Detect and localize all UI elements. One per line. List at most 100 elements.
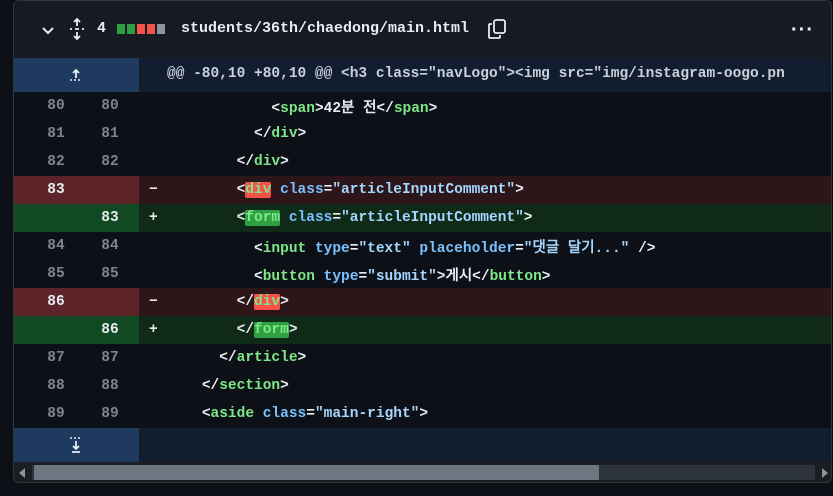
unfold-icon[interactable] [68,18,86,40]
code-token: span [280,100,315,117]
code-line: <form class="articleInputComment"> [167,210,533,226]
code-token: div [271,126,298,142]
expand-up-icon [70,68,82,81]
code-token: </ [254,126,272,142]
hunk-header: @@ -80,10 +80,10 @@ <h3 class="navLogo">… [14,58,831,92]
code-token: class [262,406,307,422]
expand-up-button[interactable] [14,58,139,92]
old-line-number[interactable]: 83 [26,182,86,198]
code-token: /> [629,240,656,257]
diff-sign: − [149,294,158,310]
diff-stat [117,24,165,34]
scroll-thumb[interactable] [34,465,599,480]
code-token: < [254,268,263,285]
scroll-left-icon[interactable] [19,468,25,478]
code-token: "submit" [367,268,437,285]
code-token: >42분 전</ [314,100,394,117]
code-token: aside [210,406,255,422]
new-line-number[interactable]: 80 [80,98,140,114]
code-line: </div> [167,154,289,170]
new-line-number[interactable]: 87 [80,350,140,366]
kebab-icon[interactable]: ··· [791,19,814,42]
code-token: > [280,294,289,310]
code-token: div [254,294,281,310]
code-token: > [297,350,307,366]
new-line-number[interactable]: 89 [80,406,140,422]
old-line-number[interactable]: 85 [26,266,86,282]
code-token: </ [201,378,220,394]
code-token: button [262,268,315,285]
old-line-number[interactable]: 81 [26,126,86,142]
new-line-number[interactable]: 85 [80,266,140,282]
code-line: </form> [167,322,298,338]
file-path[interactable]: students/36th/chaedong/main.html [181,20,469,37]
code-token: > [297,126,307,142]
new-line-number[interactable]: 84 [80,238,140,254]
diff-line-add: 83 + <form class="articleInputComment"> [14,204,831,232]
scroll-right-icon[interactable] [822,468,828,478]
code-line: <span>42분 전</span> [167,96,437,117]
code-token: type [314,240,350,257]
code-token: button [489,268,542,285]
diff-stat-square [157,24,165,34]
code-token: "main-right" [314,406,420,422]
code-token: span [393,100,429,117]
code-token: = [306,406,315,422]
old-line-number[interactable]: 88 [26,378,86,394]
diff-line-ctx: 82 82 </div> [14,148,831,176]
code-token: div [245,182,272,198]
old-line-number[interactable]: 82 [26,154,86,170]
diff-sign: − [149,182,158,198]
code-token: article [236,350,298,366]
code-token: >게시</ [436,268,490,285]
diff-sign: + [149,210,158,226]
code-token: </ [236,154,255,170]
new-line-number[interactable]: 82 [80,154,140,170]
code-token: class [280,182,324,198]
diff-table: @@ -80,10 +80,10 @@ <h3 class="navLogo">… [14,58,831,428]
horizontal-scrollbar[interactable] [14,462,831,482]
expand-down-icon [70,437,82,453]
new-line-number[interactable]: 86 [80,322,140,338]
diff-stat-square [117,24,125,34]
diff-line-ctx: 81 81 </div> [14,120,831,148]
code-token: type [323,268,359,285]
new-line-number[interactable]: 81 [80,126,140,142]
diff-line-ctx: 89 89 <aside class="main-right"> [14,400,831,428]
code-token: "articleInputComment" [332,182,516,198]
old-line-number[interactable]: 84 [26,238,86,254]
code-token: form [245,210,281,226]
code-token: < [254,240,263,257]
code-token: class [288,210,333,226]
expand-down-button[interactable] [14,428,139,462]
diff-sign: + [149,322,158,338]
new-line-number[interactable]: 88 [80,378,140,394]
old-line-number[interactable]: 86 [26,294,86,310]
diff-file: 4 students/36th/chaedong/main.html ··· @… [13,0,832,483]
new-line-number[interactable]: 83 [80,210,140,226]
old-line-number[interactable]: 87 [26,350,86,366]
diff-line-ctx: 80 80 <span>42분 전</span> [14,92,831,120]
code-token: < [271,100,281,117]
chevron-down-icon[interactable] [41,23,55,37]
code-token: form [254,322,289,338]
code-line: </section> [167,378,289,394]
code-token: > [280,154,289,170]
code-token: div [254,154,281,170]
old-line-number[interactable]: 89 [26,406,86,422]
hunk-header-text: @@ -80,10 +80,10 @@ <h3 class="navLogo">… [167,66,785,82]
copy-icon[interactable] [487,18,507,40]
code-token: placeholder [419,240,516,257]
old-line-number[interactable]: 80 [26,98,86,114]
